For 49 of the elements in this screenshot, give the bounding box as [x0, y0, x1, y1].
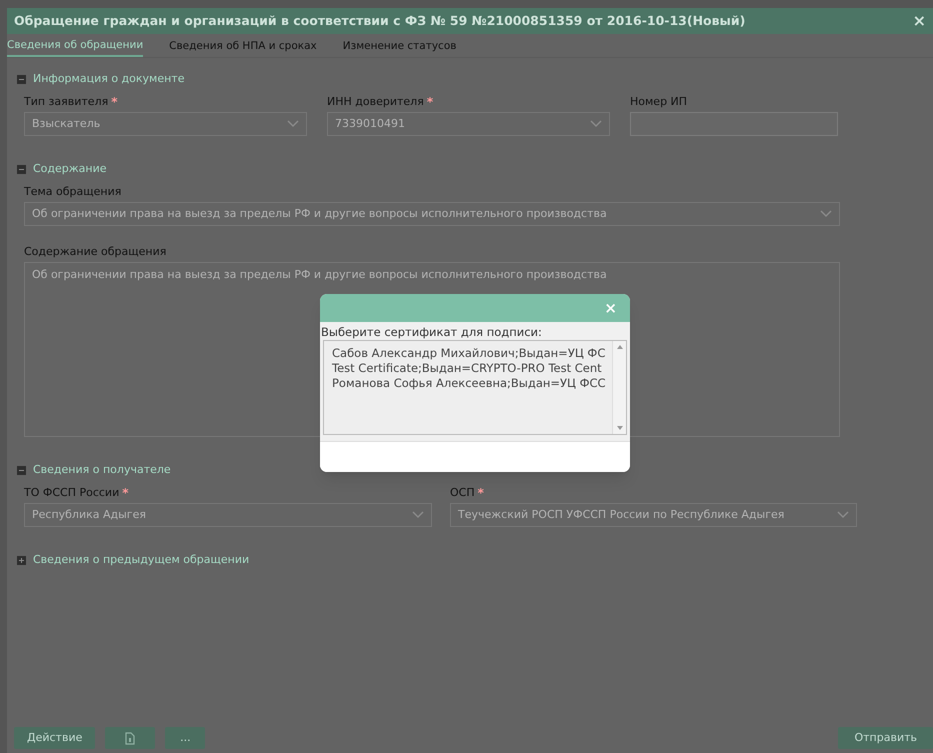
tab[interactable]: Сведения об НПА и сроках	[169, 37, 317, 57]
section-title: Сведения о предыдущем обращении	[33, 552, 250, 568]
dialog-prompt: Выберите сертификат для подписи:	[320, 324, 543, 340]
window-title: Обращение граждан и организаций в соответствии с ФЗ № 59 №21000851359 от 2016-10-13(Новый)	[14, 12, 746, 30]
action-button[interactable]: Действие	[14, 727, 96, 749]
select-field[interactable]: Республика Адыгея	[24, 503, 432, 527]
input-field[interactable]	[630, 112, 838, 136]
more-button[interactable]: ...	[165, 727, 206, 749]
tab[interactable]: Сведения об обращении	[7, 37, 144, 57]
certificate-option[interactable]: Сабов Александр Михайлович;Выдан=УЦ ФС	[332, 346, 612, 361]
scroll-up-icon[interactable]	[616, 345, 622, 349]
collapse-icon[interactable]	[17, 466, 26, 474]
close-button[interactable]: ×	[604, 300, 617, 316]
chevron-down-icon	[287, 120, 299, 128]
field-label: Содержание обращения	[24, 244, 166, 260]
field-label: Тема обращения	[24, 184, 122, 200]
chevron-down-icon	[590, 120, 602, 128]
select-field[interactable]: Об ограничении права на выезд за пределы РФ и другие вопросы исполнительного производства	[24, 202, 840, 226]
select-field[interactable]: Взыскатель	[24, 112, 307, 136]
send-button[interactable]: Отправить	[838, 727, 933, 749]
close-button[interactable]: ×	[912, 13, 926, 29]
required-mark: *	[122, 485, 129, 502]
certificate-option[interactable]: Test Certificate;Выдан=CRYPTO-PRO Test Cent	[332, 361, 612, 376]
section-title: Содержание	[33, 160, 107, 177]
collapse-icon[interactable]	[17, 74, 26, 84]
scroll-down-icon[interactable]	[616, 426, 622, 430]
chevron-down-icon	[412, 511, 424, 519]
expand-icon[interactable]	[17, 556, 26, 564]
required-mark: *	[426, 94, 434, 111]
section-title: Информация о документе	[33, 70, 184, 87]
document-button[interactable]	[105, 727, 156, 749]
field-label: ИНН доверителя	[327, 94, 424, 110]
field-label: ТО ФССП России	[24, 484, 120, 501]
tab[interactable]: Изменение статусов	[342, 37, 456, 57]
required-mark: *	[478, 485, 484, 502]
chevron-down-icon	[837, 511, 849, 519]
select-field[interactable]: 7339010491	[327, 112, 610, 136]
section-title: Сведения о получателе	[33, 462, 171, 478]
certificate-option[interactable]: Романова Софья Алексеевна;Выдан=УЦ ФСС	[332, 376, 612, 391]
field-label: Номер ИП	[630, 94, 688, 110]
certificate-list[interactable]: Сабов Александр Михайлович;Выдан=УЦ ФС Test Certificate;Выдан=CRYPTO-PRO Test Cent Романова Софья Алексеевна;Выдан=УЦ ФСС	[323, 340, 627, 435]
collapse-icon[interactable]	[17, 164, 26, 174]
select-field[interactable]: Теучежский РОСП УФССП России по Республике Адыгея	[450, 503, 857, 527]
document-icon	[125, 732, 136, 744]
chevron-down-icon	[820, 210, 832, 218]
field-label: Тип заявителя	[24, 94, 108, 110]
field-label: ОСП	[450, 484, 475, 501]
scrollbar[interactable]	[612, 341, 626, 434]
required-mark: *	[111, 94, 118, 111]
